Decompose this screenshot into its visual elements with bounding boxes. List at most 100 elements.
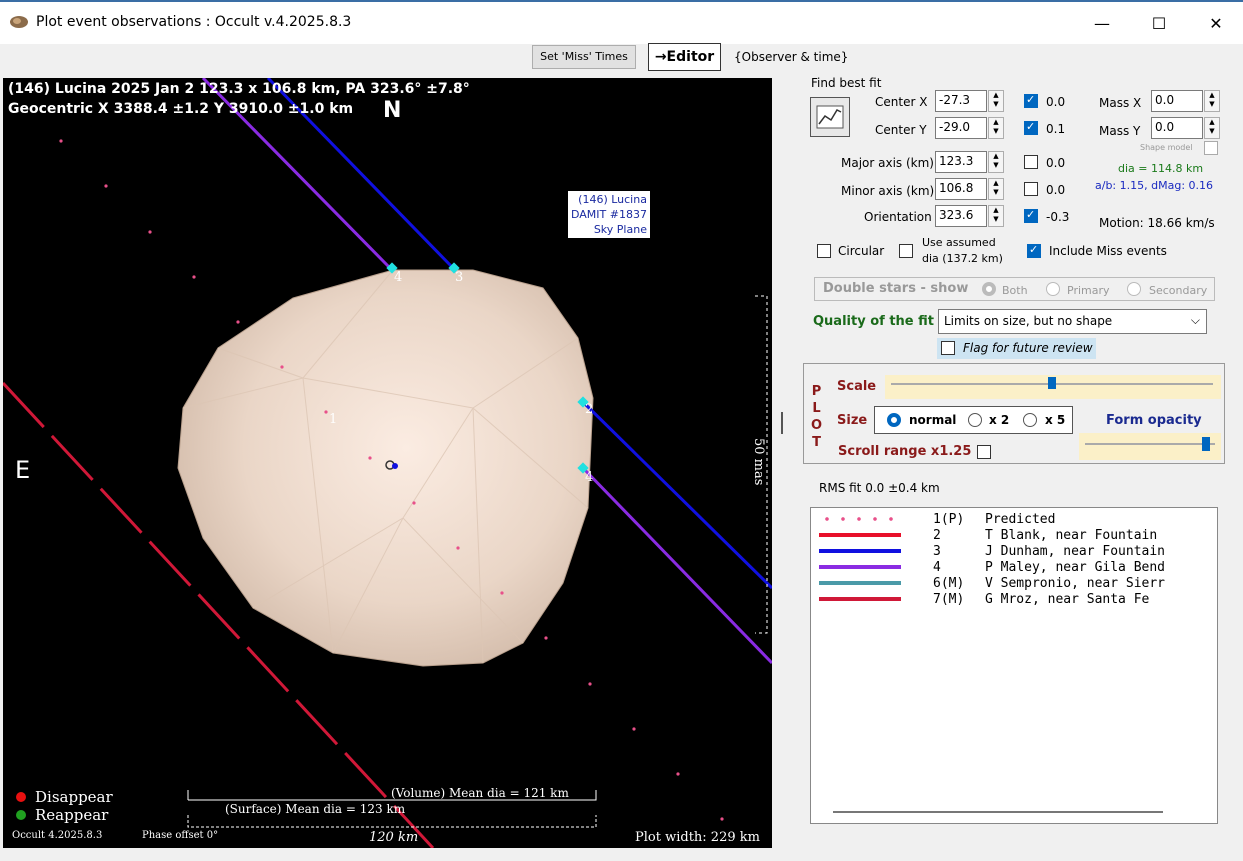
- major-axis-input[interactable]: 123.3: [935, 151, 987, 173]
- mas-scale-label: 50 mas: [751, 438, 766, 486]
- scale-slider-thumb[interactable]: [1048, 377, 1056, 389]
- legend-number: 4: [933, 560, 941, 575]
- scroll-range-label: Scroll range x1.25: [838, 444, 972, 459]
- size-x5-radio[interactable]: [1023, 413, 1037, 427]
- use-assumed-label: Use assumed: [922, 236, 996, 249]
- legend-observer-name: V Sempronio, near Sierr: [985, 576, 1166, 591]
- legend-swatch: [819, 517, 901, 521]
- legend-observer-name: G Mroz, near Santa Fe: [985, 592, 1150, 607]
- scale-label: Scale: [837, 379, 877, 394]
- chord-label-2: 2: [585, 402, 594, 417]
- minimize-button[interactable]: —: [1079, 8, 1125, 40]
- editor-button[interactable]: →Editor: [648, 43, 721, 71]
- splitter-handle[interactable]: [781, 412, 783, 434]
- include-miss-label: Include Miss events: [1049, 244, 1167, 258]
- legend-swatch: [819, 549, 901, 553]
- scroll-range-checkbox[interactable]: [977, 445, 991, 459]
- chord-label-3-top: 3: [455, 270, 464, 285]
- mass-x-input[interactable]: 0.0: [1151, 90, 1203, 112]
- minor-axis-input[interactable]: 106.8: [935, 178, 987, 200]
- legend-observer-name: Predicted: [985, 512, 1056, 527]
- major-axis-spinner[interactable]: ▲ ▼: [988, 151, 1004, 173]
- legend-swatch: [819, 565, 901, 569]
- center-y-spinner[interactable]: ▲ ▼: [988, 117, 1004, 139]
- scale-slider[interactable]: [885, 375, 1221, 399]
- orientation-checkbox[interactable]: [1024, 208, 1038, 223]
- mass-x-label: Mass X: [1099, 96, 1142, 110]
- legend-number: 1(P): [933, 512, 965, 527]
- east-label: E: [15, 456, 31, 484]
- legend-scrollbar[interactable]: [833, 811, 1163, 813]
- major-axis-checkbox[interactable]: [1024, 155, 1038, 169]
- version-label: Occult 4.2025.8.3: [12, 830, 103, 841]
- legend-swatch: [819, 581, 901, 585]
- fit-button[interactable]: [810, 97, 850, 137]
- motion-value: Motion: 18.66 km/s: [1099, 216, 1215, 230]
- legend-number: 2: [933, 528, 941, 543]
- center-x-label: Center X: [875, 95, 928, 109]
- opacity-slider-thumb[interactable]: [1201, 437, 1210, 451]
- center-y-input[interactable]: -29.0: [935, 117, 987, 139]
- observer-time-link[interactable]: {Observer & time}: [734, 50, 848, 64]
- size-x2-radio[interactable]: [968, 413, 982, 427]
- center-y-delta: 0.1: [1046, 122, 1066, 136]
- diameter-value: dia = 114.8 km: [1118, 162, 1204, 175]
- orientation-input[interactable]: 323.6: [935, 205, 987, 227]
- legend-observer-name: P Maley, near Gila Bend: [985, 560, 1166, 575]
- mass-y-spinner[interactable]: ▲ ▼: [1204, 117, 1220, 139]
- flag-review-label: Flag for future review: [963, 341, 1093, 355]
- center-x-input[interactable]: -27.3: [935, 90, 987, 112]
- orientation-delta: -0.3: [1046, 210, 1070, 224]
- opacity-slider[interactable]: [1079, 433, 1221, 460]
- size-label: Size: [837, 413, 868, 428]
- both-radio[interactable]: [982, 282, 996, 296]
- size-normal-radio[interactable]: [887, 413, 901, 427]
- use-assumed-checkbox[interactable]: [899, 244, 913, 258]
- minor-axis-spinner[interactable]: ▲ ▼: [988, 178, 1004, 200]
- center-x-checkbox[interactable]: [1024, 93, 1038, 108]
- circular-label: Circular: [838, 244, 885, 258]
- legend-swatch: [819, 597, 901, 601]
- rms-fit-label: RMS fit 0.0 ±0.4 km: [819, 481, 940, 495]
- occultation-plot[interactable]: (146) Lucina 2025 Jan 2 123.3 x 106.8 km…: [3, 78, 772, 848]
- km-scale-label: 120 km: [369, 830, 419, 845]
- set-miss-times-button[interactable]: Set 'Miss' Times: [532, 45, 636, 69]
- maximize-button[interactable]: ☐: [1136, 8, 1182, 40]
- close-button[interactable]: ✕: [1193, 8, 1239, 40]
- reappear-dot: [16, 810, 26, 820]
- center-x-spinner[interactable]: ▲ ▼: [988, 90, 1004, 112]
- minor-axis-checkbox[interactable]: [1024, 182, 1038, 196]
- mass-y-input[interactable]: 0.0: [1151, 117, 1203, 139]
- shape-model-checkbox[interactable]: [1204, 141, 1218, 155]
- app-icon: [10, 16, 28, 28]
- include-miss-checkbox[interactable]: [1027, 243, 1041, 258]
- size-x5-label: x 5: [1045, 413, 1066, 427]
- legend-number: 3: [933, 544, 941, 559]
- chord-line-4-bottom: [581, 466, 772, 665]
- plot-vertical-label: PLOT: [811, 384, 823, 450]
- quality-select[interactable]: Limits on size, but no shape ⌵: [938, 309, 1207, 334]
- mass-x-spinner[interactable]: ▲ ▼: [1204, 90, 1220, 112]
- axis-ratio-value: a/b: 1.15, dMag: 0.16: [1095, 179, 1214, 192]
- orientation-label: Orientation: [864, 210, 932, 224]
- find-best-fit-label: Find best fit: [811, 76, 882, 90]
- plot-header-line2: Geocentric X 3388.4 ±1.2 Y 3910.0 ±1.0 k…: [8, 101, 354, 117]
- center-y-checkbox[interactable]: [1024, 120, 1038, 135]
- legend-disappear: Disappear: [35, 788, 113, 806]
- surface-mean-dia: (Surface) Mean dia = 123 km: [225, 802, 406, 816]
- window-title: Plot event observations : Occult v.4.202…: [36, 14, 352, 30]
- circular-checkbox[interactable]: [817, 244, 831, 258]
- major-axis-label: Major axis (km): [841, 156, 934, 170]
- both-label: Both: [1002, 284, 1028, 297]
- form-opacity-label: Form opacity: [1106, 413, 1202, 428]
- secondary-radio[interactable]: [1127, 282, 1141, 296]
- use-assumed-dia: dia (137.2 km): [922, 252, 1003, 265]
- shape-model-label: Shape model: [1140, 143, 1193, 152]
- legend-number: 7(M): [933, 592, 965, 607]
- observer-legend: 1(P) Predicted 2 T Blank, near Fountain 3 J D…: [810, 507, 1218, 824]
- flag-review-checkbox[interactable]: [941, 341, 955, 355]
- primary-radio[interactable]: [1046, 282, 1060, 296]
- plot-width-label: Plot width: 229 km: [635, 830, 760, 845]
- orientation-spinner[interactable]: ▲ ▼: [988, 205, 1004, 227]
- legend-number: 6(M): [933, 576, 965, 591]
